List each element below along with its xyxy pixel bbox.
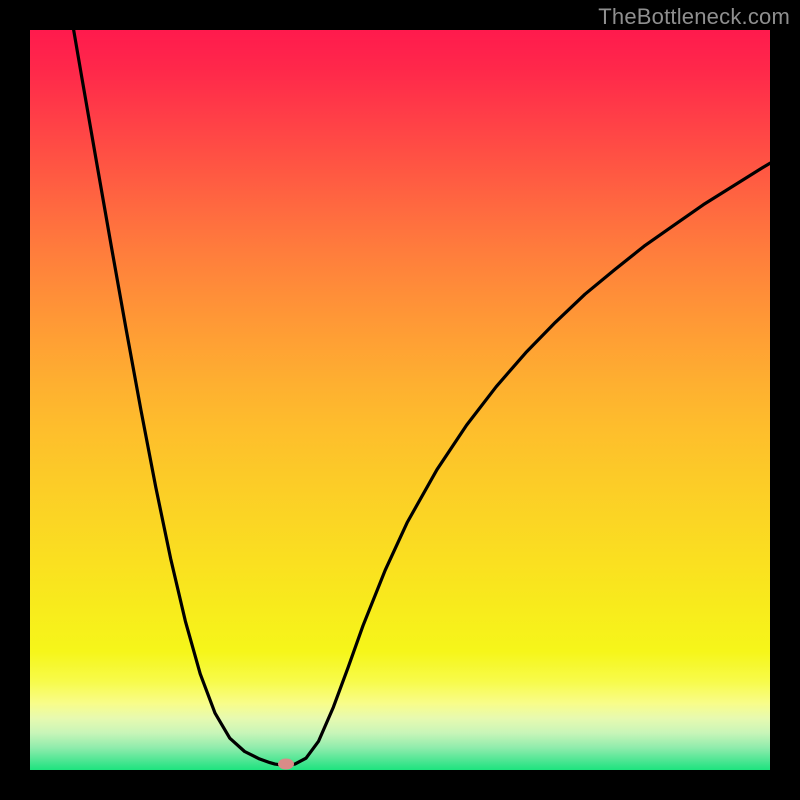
- bottleneck-curve: [30, 30, 770, 770]
- watermark-text: TheBottleneck.com: [598, 4, 790, 30]
- minimum-marker: [278, 759, 294, 770]
- chart-frame: TheBottleneck.com: [0, 0, 800, 800]
- plot-area: [30, 30, 770, 770]
